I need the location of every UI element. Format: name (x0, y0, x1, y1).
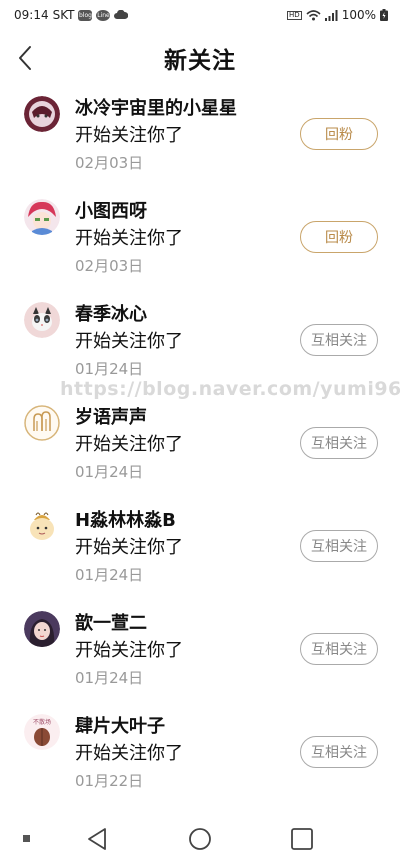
follow-date: 02月03日 (75, 154, 144, 172)
header: 新关注 (0, 30, 400, 86)
follow-message: 开始关注你了 (75, 640, 183, 661)
new-followers-list: 冰冷宇宙里的小星星 开始关注你了 02月03日 回粉 小图西呀 开始关注你了 0… (0, 86, 400, 807)
cloud-icon (114, 10, 129, 19)
status-left: 09:14 SKT blog Line (14, 8, 129, 22)
follow-back-button[interactable]: 回粉 (300, 221, 378, 253)
follow-date: 02月03日 (75, 257, 144, 275)
status-carrier: SKT (52, 8, 75, 22)
follow-date: 01月24日 (75, 463, 144, 481)
triangle-back-icon (88, 828, 106, 850)
list-item[interactable]: 岁语声声 开始关注你了 01月24日 互相关注 (0, 395, 400, 498)
line-app-icon: Line (96, 9, 111, 21)
list-item[interactable]: H淼林林淼B 开始关注你了 01月24日 互相关注 (0, 498, 400, 601)
mutual-follow-button[interactable]: 互相关注 (300, 324, 378, 356)
page-title: 新关注 (164, 48, 236, 74)
follow-message: 开始关注你了 (75, 331, 183, 352)
follower-name: 春季冰心 (75, 304, 147, 325)
follower-name: 歆一萱二 (75, 613, 147, 634)
follower-name: 冰冷宇宙里的小星星 (75, 98, 237, 119)
system-nav-bar (0, 812, 400, 866)
watermark: https://blog.naver.com/yumi96 (60, 378, 400, 400)
back-nav-button[interactable] (86, 827, 108, 851)
status-right: HD 100% (287, 8, 388, 22)
follow-date: 01月24日 (75, 360, 144, 378)
mutual-follow-button[interactable]: 互相关注 (300, 736, 378, 768)
square-dot-icon (23, 835, 30, 842)
follower-name: H淼林林淼B (75, 510, 176, 531)
blog-app-icon: blog (78, 9, 93, 21)
avatar[interactable] (24, 405, 60, 441)
follower-name: 肆片大叶子 (75, 716, 165, 737)
home-nav-button[interactable] (188, 827, 212, 851)
avatar[interactable] (24, 302, 60, 338)
avatar[interactable] (24, 199, 60, 235)
recents-nav-button[interactable] (290, 827, 314, 851)
avatar[interactable]: 不散场 (24, 714, 60, 750)
mutual-follow-button[interactable]: 互相关注 (300, 530, 378, 562)
back-button[interactable] (10, 42, 40, 74)
follow-message: 开始关注你了 (75, 743, 183, 764)
follow-message: 开始关注你了 (75, 125, 183, 146)
follower-name: 岁语声声 (75, 407, 147, 428)
avatar[interactable] (24, 508, 60, 544)
list-item[interactable]: 歆一萱二 开始关注你了 01月24日 互相关注 (0, 601, 400, 704)
follow-message: 开始关注你了 (75, 434, 183, 455)
list-item[interactable]: 冰冷宇宙里的小星星 开始关注你了 02月03日 回粉 (0, 86, 400, 189)
battery-percent: 100% (341, 8, 376, 22)
svg-text:不散场: 不散场 (33, 718, 51, 726)
chevron-left-icon (19, 46, 31, 70)
mutual-follow-button[interactable]: 互相关注 (300, 633, 378, 665)
avatar[interactable] (24, 96, 60, 132)
follow-date: 01月24日 (75, 669, 144, 687)
list-item[interactable]: 小图西呀 开始关注你了 02月03日 回粉 (0, 189, 400, 292)
avatar[interactable] (24, 611, 60, 647)
follow-date: 01月22日 (75, 772, 144, 790)
follow-date: 01月24日 (75, 566, 144, 584)
follower-name: 小图西呀 (75, 201, 147, 222)
list-item[interactable]: 不散场 肆片大叶子 开始关注你了 01月22日 互相关注 (0, 704, 400, 807)
follow-message: 开始关注你了 (75, 537, 183, 558)
hd-voice-icon: HD (287, 10, 302, 20)
follow-message: 开始关注你了 (75, 228, 183, 249)
wifi-icon (306, 9, 321, 20)
status-bar: 09:14 SKT blog Line HD 100% (0, 0, 400, 30)
mutual-follow-button[interactable]: 互相关注 (300, 427, 378, 459)
battery-charging-icon (380, 9, 388, 21)
recent-apps-dot[interactable] (22, 834, 32, 844)
follow-back-button[interactable]: 回粉 (300, 118, 378, 150)
circle-home-icon (189, 828, 211, 850)
square-recents-icon (291, 828, 313, 850)
signal-icon (324, 9, 338, 21)
status-time: 09:14 (14, 8, 49, 22)
